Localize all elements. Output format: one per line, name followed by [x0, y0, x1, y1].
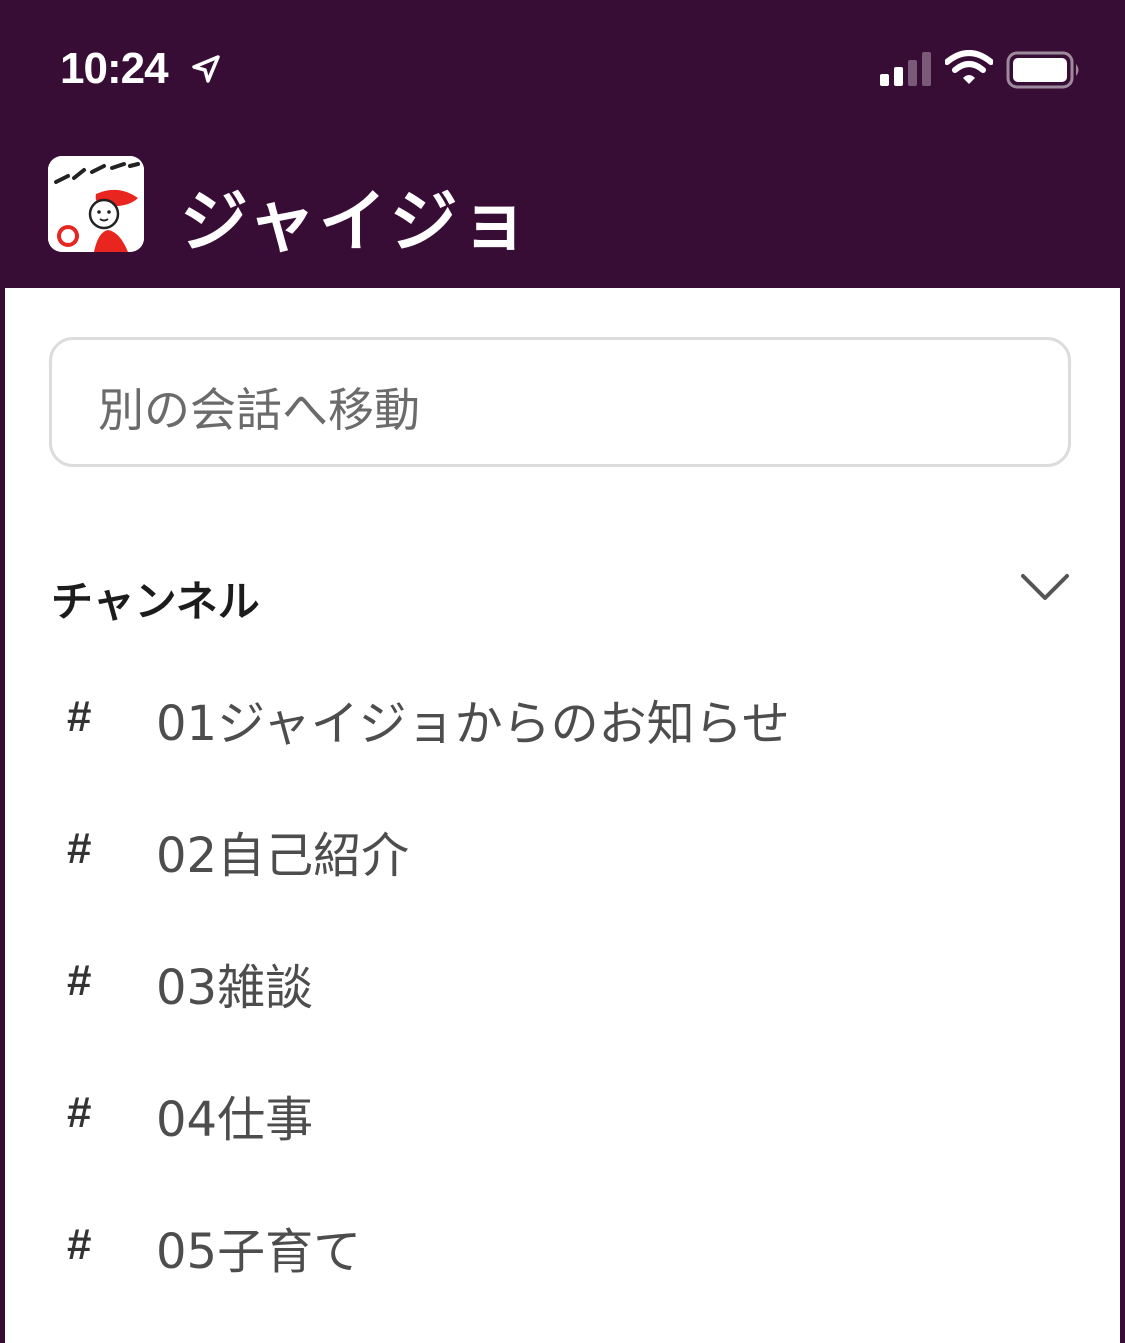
channel-item[interactable]: # 05子育て — [5, 1196, 1120, 1328]
cellular-signal-icon — [880, 52, 931, 86]
channel-name: 05子育て — [156, 1224, 362, 1280]
location-arrow-icon — [192, 55, 220, 83]
chevron-down-icon[interactable] — [1019, 568, 1071, 608]
channel-hash-icon: # — [67, 956, 92, 1005]
sidebar-panel: 別の会話へ移動 チャンネル # 01ジャイジョからのお知らせ # 02自己紹介 … — [5, 288, 1120, 1343]
status-bar: 10:24 — [0, 0, 1125, 130]
channel-name: 02自己紹介 — [156, 828, 410, 884]
channel-name: 03雑談 — [156, 960, 314, 1016]
wifi-icon — [945, 50, 993, 84]
channel-name: 04仕事 — [156, 1092, 314, 1148]
channel-hash-icon: # — [67, 692, 92, 741]
channel-hash-icon: # — [67, 824, 92, 873]
channel-item[interactable]: # 03雑談 — [5, 932, 1120, 1064]
workspace-header: ジャイジョ — [0, 130, 1125, 288]
channel-hash-icon: # — [67, 1220, 92, 1269]
status-time: 10:24 — [60, 44, 169, 93]
app-screen: 10:24 ジャイジョ 別の会話へ移動 チャンネル # 01ジャイジョからのお知… — [0, 0, 1125, 1343]
channels-section-header[interactable]: チャンネル — [51, 568, 1081, 628]
workspace-name[interactable]: ジャイジョ — [180, 166, 532, 265]
workspace-logo[interactable] — [48, 156, 144, 252]
channel-list: # 01ジャイジョからのお知らせ # 02自己紹介 # 03雑談 # 04仕事 … — [5, 668, 1120, 1328]
battery-icon — [1006, 51, 1079, 89]
channel-name: 01ジャイジョからのお知らせ — [156, 696, 790, 752]
search-placeholder: 別の会話へ移動 — [98, 383, 420, 437]
channel-item[interactable]: # 02自己紹介 — [5, 800, 1120, 932]
jump-to-search[interactable]: 別の会話へ移動 — [49, 337, 1071, 467]
section-title: チャンネル — [51, 577, 260, 626]
workspace-logo-icon — [48, 156, 144, 252]
channel-item[interactable]: # 04仕事 — [5, 1064, 1120, 1196]
channel-item[interactable]: # 01ジャイジョからのお知らせ — [5, 668, 1120, 800]
channel-hash-icon: # — [67, 1088, 92, 1137]
